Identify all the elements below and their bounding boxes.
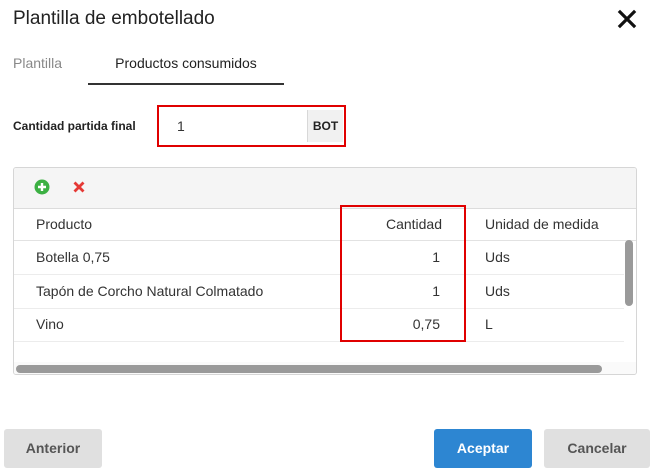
unit-cell: Uds xyxy=(485,283,510,299)
vertical-scrollbar[interactable] xyxy=(625,240,633,306)
quantity-cell[interactable]: 1 xyxy=(344,275,440,307)
dialog-title: Plantilla de embotellado xyxy=(13,8,215,29)
grid-toolbar xyxy=(14,168,636,209)
quantity-cell[interactable]: 1 xyxy=(344,241,440,273)
bottling-template-dialog: Plantilla de embotellado Plantilla Produ… xyxy=(0,0,653,472)
delete-x-icon[interactable] xyxy=(71,179,87,195)
close-icon[interactable] xyxy=(614,6,640,32)
product-cell: Tapón de Corcho Natural Colmatado xyxy=(36,283,264,299)
final-quantity-label: Cantidad partida final xyxy=(13,119,136,133)
consumed-products-panel: Producto Cantidad Unidad de medida Botel… xyxy=(13,167,637,375)
plus-circle-icon[interactable] xyxy=(34,179,50,195)
table-row[interactable]: Tapón de Corcho Natural Colmatado 1 Uds xyxy=(14,275,624,309)
cancel-button[interactable]: Cancelar xyxy=(544,429,650,468)
quantity-cell[interactable]: 0,75 xyxy=(344,308,440,340)
product-cell: Botella 0,75 xyxy=(36,249,110,265)
previous-button[interactable]: Anterior xyxy=(4,429,102,468)
product-cell: Vino xyxy=(36,316,64,332)
column-header-producto[interactable]: Producto xyxy=(36,208,92,240)
table-row[interactable]: Vino 0,75 L xyxy=(14,308,624,342)
column-header-cantidad[interactable]: Cantidad xyxy=(344,208,442,240)
tab-plantilla[interactable]: Plantilla xyxy=(13,55,62,83)
accept-button[interactable]: Aceptar xyxy=(434,429,532,468)
table-header: Producto Cantidad Unidad de medida xyxy=(14,208,636,241)
quantity-unit-label: BOT xyxy=(307,110,343,142)
tab-productos-consumidos[interactable]: Productos consumidos xyxy=(88,55,284,85)
unit-cell: L xyxy=(485,316,493,332)
horizontal-scrollbar[interactable] xyxy=(16,365,602,373)
final-quantity-highlight: BOT xyxy=(157,105,346,147)
final-quantity-input[interactable] xyxy=(162,110,307,142)
table-row[interactable]: Botella 0,75 1 Uds xyxy=(14,241,624,275)
column-header-unidad[interactable]: Unidad de medida xyxy=(485,208,599,240)
unit-cell: Uds xyxy=(485,249,510,265)
